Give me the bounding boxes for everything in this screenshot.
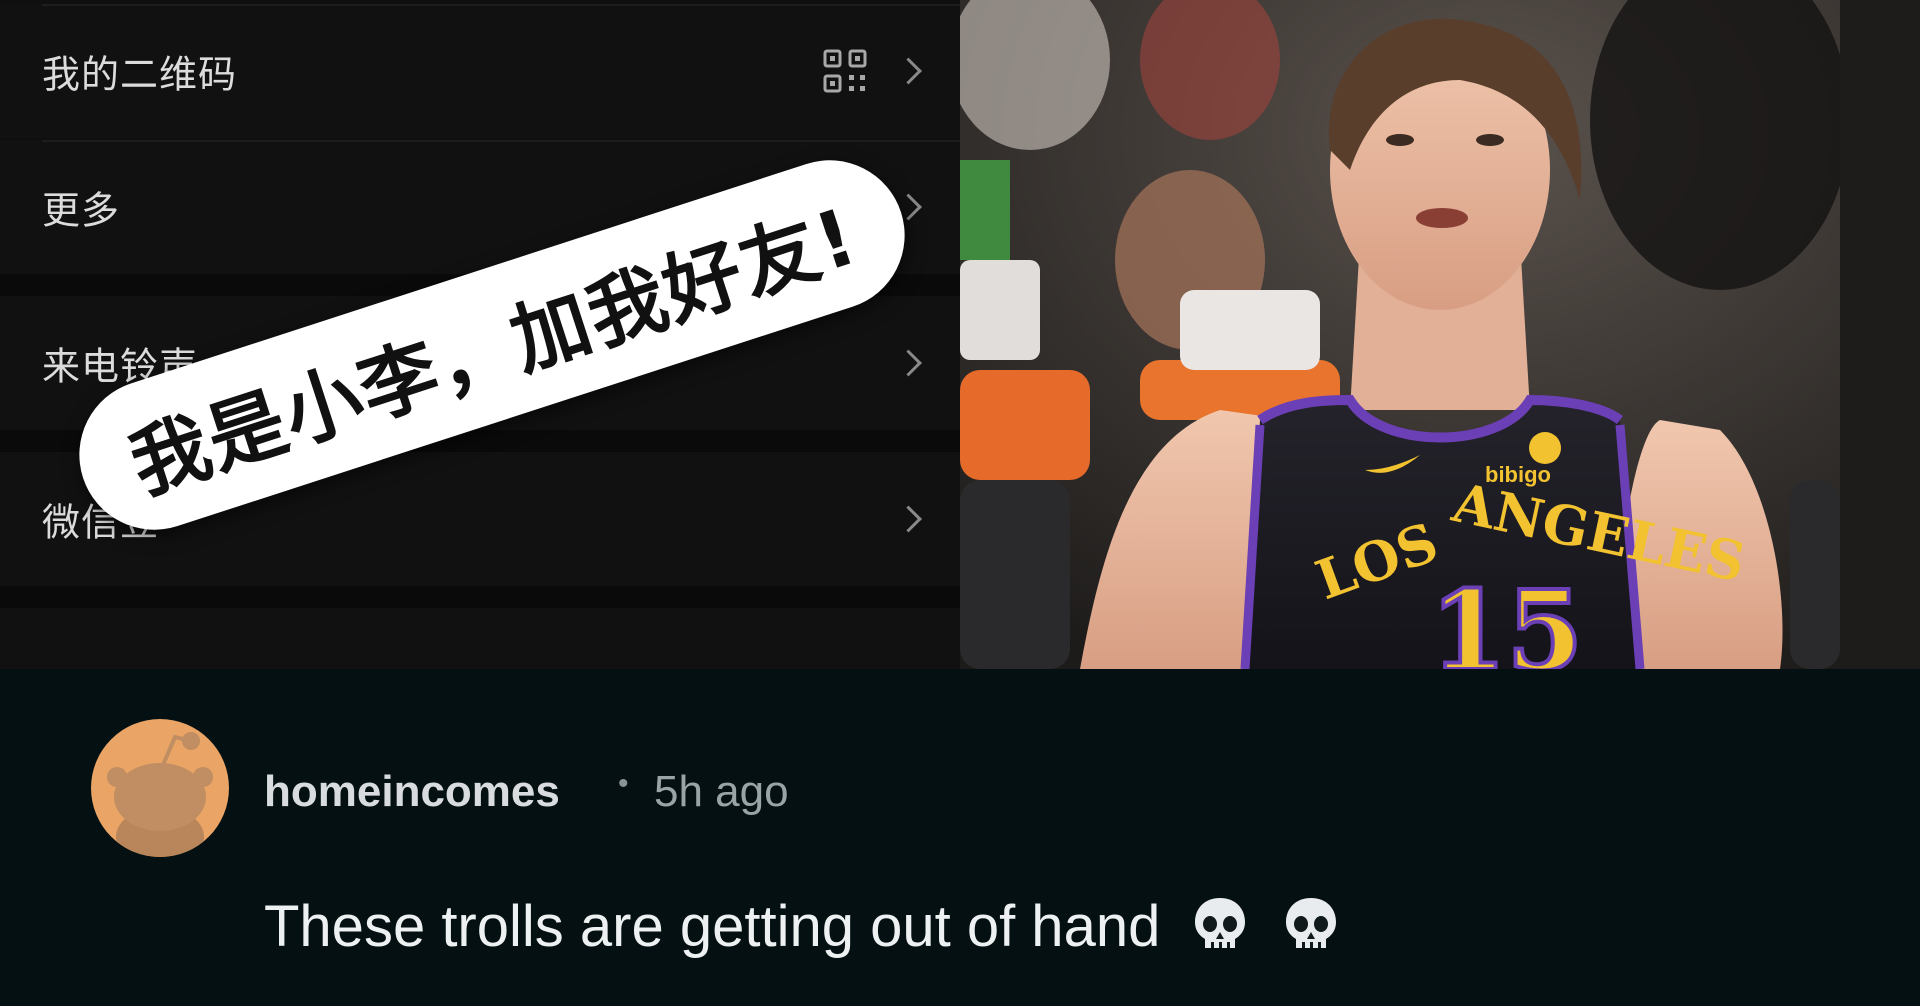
meta-separator: • [618, 767, 629, 800]
menu-item-label: 我的地址 [42, 659, 198, 670]
comment-text: These trolls are getting out of hand [264, 894, 1161, 959]
wechat-menu-screenshot: 我的二维码 更多 来电铃声 微信豆 我是小李，加我好友! [0, 0, 960, 669]
divider [42, 140, 960, 142]
chevron-right-icon [895, 349, 922, 377]
qr-code-icon [823, 49, 867, 93]
comment-timestamp: 5h ago [654, 767, 789, 816]
menu-item-my-address[interactable]: 我的地址 [0, 608, 960, 669]
comment-username[interactable]: homeincomes [264, 767, 560, 817]
menu-item-label: 更多 [42, 188, 121, 233]
player-photo: LOS ANGELES 15 bibigo [960, 0, 1840, 669]
chevron-right-icon [895, 57, 922, 85]
svg-text:15: 15 [1430, 566, 1583, 669]
svg-text:bibigo: bibigo [1485, 462, 1551, 487]
divider [42, 4, 960, 6]
group-gap [0, 586, 960, 608]
snoo-avatar-icon [107, 732, 213, 857]
menu-item-label: 我的二维码 [42, 52, 238, 97]
chevron-right-icon [895, 505, 922, 533]
photo-edge [1840, 0, 1920, 669]
menu-item-my-qr-code[interactable]: 我的二维码 [0, 4, 960, 138]
avatar[interactable] [91, 719, 229, 857]
reddit-comment: homeincomes • 5h ago These trolls are ge… [0, 669, 1920, 1006]
skull-icon [1195, 898, 1246, 948]
comment-body: These trolls are getting out of hand [264, 893, 1341, 960]
skull-icon [1285, 898, 1336, 948]
player-photo-illustration: LOS ANGELES 15 bibigo [960, 0, 1840, 669]
